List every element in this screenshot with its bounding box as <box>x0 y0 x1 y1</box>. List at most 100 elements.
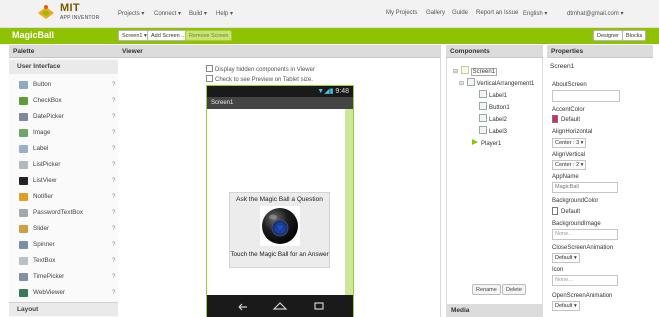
help-icon[interactable]: ? <box>112 142 115 156</box>
help-icon[interactable]: ? <box>112 126 115 140</box>
tree-item-label: Screen1 <box>470 68 498 76</box>
rename-button[interactable]: Rename <box>472 284 501 295</box>
hidden-components-toggle[interactable]: Display hidden components in Viewer <box>206 65 315 73</box>
palette-item-button[interactable]: Button ? <box>9 78 125 92</box>
palette-item-slider[interactable]: Slider ? <box>9 222 125 236</box>
backgroundcolor-picker[interactable]: Default <box>552 207 580 215</box>
tree-item-screen1[interactable]: ⊟ Screen1 <box>453 66 498 77</box>
help-icon[interactable]: ? <box>112 190 115 204</box>
help-icon[interactable]: ? <box>112 174 115 188</box>
gallery-link[interactable]: Gallery <box>426 10 445 16</box>
background-color-swatch <box>552 207 558 215</box>
help-icon[interactable]: ? <box>112 238 115 252</box>
viewer-panel: Display hidden components in Viewer Chec… <box>118 58 440 317</box>
label-answer[interactable]: Touch the Magic Ball for an Answer <box>230 251 329 258</box>
timepicker-icon <box>19 273 28 281</box>
accentcolor-picker[interactable]: Default <box>552 115 580 123</box>
palette-item-image[interactable]: Image ? <box>9 126 125 140</box>
tree-item-label3[interactable]: Label3 <box>479 126 507 136</box>
label-question[interactable]: Ask the Magic Ball a Question <box>230 196 329 203</box>
hidden-components-checkbox[interactable] <box>206 65 213 72</box>
icon-input[interactable]: None... <box>552 275 618 286</box>
prop-label-backgroundimage: BackgroundImage <box>552 221 601 227</box>
projects-menu[interactable]: Projects ▾ <box>118 10 144 17</box>
help-icon[interactable]: ? <box>112 286 115 300</box>
help-icon[interactable]: ? <box>112 270 115 284</box>
tree-item-label1[interactable]: Label1 <box>479 90 507 100</box>
phone-nav-bar <box>207 295 353 317</box>
palette-item-checkbox[interactable]: CheckBox ? <box>9 94 125 108</box>
tree-item-verticalarrangement1[interactable]: ⊟ VerticalArrangement1 <box>459 78 534 88</box>
appname-input[interactable]: MagicBall <box>552 182 618 193</box>
palette-item-timepicker[interactable]: TimePicker ? <box>9 270 125 284</box>
tree-item-button1[interactable]: Button1 <box>479 102 510 112</box>
palette-item-spinner[interactable]: Spinner ? <box>9 238 125 252</box>
palette-item-label[interactable]: Label ? <box>9 142 125 156</box>
viewer-header: Viewer <box>118 45 440 58</box>
connect-menu[interactable]: Connect ▾ <box>154 10 181 17</box>
user-account-menu[interactable]: dtmhat@gmail.com ▾ <box>567 10 623 17</box>
label-icon <box>479 90 487 98</box>
palette-category-layout[interactable]: Layout <box>9 302 125 316</box>
help-icon[interactable]: ? <box>112 222 115 236</box>
add-screen-button[interactable]: Add Screen ... <box>147 30 190 41</box>
tree-item-label2[interactable]: Label2 <box>479 114 507 124</box>
prop-label-alignvertical: AlignVertical <box>552 152 586 158</box>
openscreenanimation-select[interactable]: Default ▾ <box>552 301 580 311</box>
remove-screen-button[interactable]: Remove Screen <box>185 30 233 41</box>
closescreenanimation-select[interactable]: Default ▾ <box>552 253 580 263</box>
palette-item-listview[interactable]: ListView ? <box>9 174 125 188</box>
screen-title-bar: Screen1 <box>207 97 353 109</box>
tablet-preview-toggle[interactable]: Check to see Preview on Tablet size. <box>206 75 313 83</box>
palette-item-listpicker[interactable]: ListPicker ? <box>9 158 125 172</box>
player-icon <box>472 139 478 145</box>
palette-item-datepicker[interactable]: DatePicker ? <box>9 110 125 124</box>
palette-item-passwordtextbox[interactable]: PasswordTextBox ? <box>9 206 125 220</box>
help-icon[interactable]: ? <box>112 254 115 268</box>
report-issue-link[interactable]: Report an Issue <box>476 10 518 16</box>
palette-item-label: CheckBox <box>33 97 62 104</box>
help-icon[interactable]: ? <box>112 110 115 124</box>
build-menu[interactable]: Build ▾ <box>189 10 207 17</box>
palette-header: Palette <box>9 45 118 58</box>
collapse-icon[interactable]: ⊟ <box>459 79 465 89</box>
tree-item-player1[interactable]: Player1 <box>471 138 501 148</box>
alignvertical-select[interactable]: Center : 2 ▾ <box>552 160 587 170</box>
help-menu[interactable]: Help ▾ <box>216 10 233 17</box>
guide-link[interactable]: Guide <box>452 10 468 16</box>
aboutscreen-textarea[interactable] <box>552 90 620 102</box>
palette-item-webviewer[interactable]: WebViewer ? <box>9 286 125 300</box>
my-projects-link[interactable]: My Projects <box>386 10 417 16</box>
help-icon[interactable]: ? <box>112 94 115 108</box>
screen-scrollbar[interactable] <box>345 109 353 295</box>
components-header: Components <box>446 45 543 58</box>
palette-item-notifier[interactable]: Notifier ? <box>9 190 125 204</box>
magic-ball-button[interactable] <box>260 206 300 246</box>
notifier-icon <box>19 193 28 201</box>
backgroundimage-input[interactable]: None... <box>552 229 618 240</box>
delete-button[interactable]: Delete <box>502 284 526 295</box>
collapse-icon[interactable]: ⊟ <box>453 67 459 77</box>
language-menu[interactable]: English ▾ <box>523 10 547 17</box>
designer-button[interactable]: Designer <box>593 30 624 41</box>
help-icon[interactable]: ? <box>112 78 115 92</box>
tree-item-label: Label3 <box>489 129 508 135</box>
palette-category-user-interface[interactable]: User Interface <box>9 60 125 74</box>
palette-item-label: PasswordTextBox <box>33 209 84 216</box>
button-icon <box>479 102 487 110</box>
blocks-button[interactable]: Blocks <box>622 30 647 41</box>
help-icon[interactable]: ? <box>112 158 115 172</box>
screen-select-button[interactable]: Screen1 ▾ <box>118 30 151 41</box>
prop-label-backgroundcolor: BackgroundColor <box>552 198 599 204</box>
brand-subtitle: APP INVENTOR <box>60 15 100 21</box>
screen-canvas[interactable]: Ask the Magic Ball a Question Touch the … <box>207 109 345 295</box>
app-inventor-logo[interactable]: MIT APP INVENTOR <box>36 2 106 26</box>
accent-color-swatch <box>552 115 558 123</box>
vertical-arrangement[interactable]: Ask the Magic Ball a Question Touch the … <box>229 192 330 268</box>
tablet-preview-checkbox[interactable] <box>206 75 213 82</box>
arrangement-icon <box>466 78 475 86</box>
palette-item-textbox[interactable]: TextBox ? <box>9 254 125 268</box>
screen-icon <box>460 66 469 74</box>
help-icon[interactable]: ? <box>112 206 115 220</box>
alignhorizontal-select[interactable]: Center : 3 ▾ <box>552 138 587 148</box>
